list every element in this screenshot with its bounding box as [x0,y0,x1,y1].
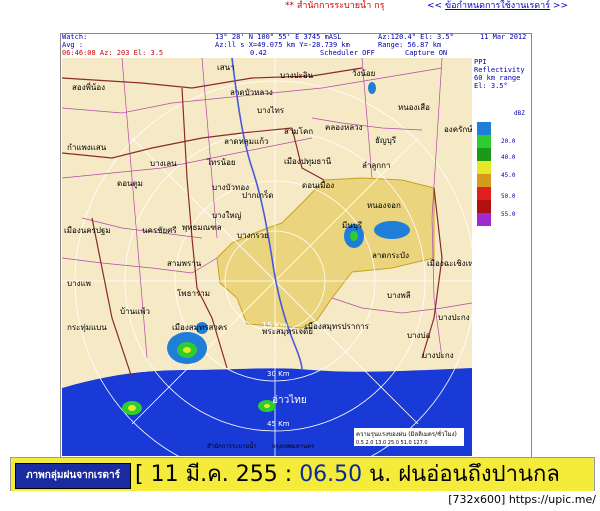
svg-text:ไทรน้อย: ไทรน้อย [206,158,236,167]
svg-text:สามโคก: สามโคก [284,126,313,136]
svg-text:กระทุ่มแบน: กระทุ่มแบน [67,323,107,332]
svg-text:บางไทร: บางไทร [257,106,285,115]
svg-text:บางปะอิน: บางปะอิน [280,71,314,80]
svg-text:บางใหญ่: บางใหญ่ [212,211,242,220]
value: 0.42 [250,49,267,57]
svg-text:วังน้อย: วังน้อย [352,69,375,78]
svg-text:เมืองสมุทรปราการ: เมืองสมุทรปราการ [305,322,370,331]
svg-text:บางแพ: บางแพ [67,279,91,288]
svg-text:ลาดกระบัง: ลาดกระบัง [372,251,409,260]
date: 11 Mar 2012 [480,33,527,41]
svg-text:เมืองนครปฐม: เมืองนครปฐม [64,226,111,235]
svg-text:โพธาราม: โพธาราม [177,288,210,298]
svg-text:กำแพงแสน: กำแพงแสน [67,143,107,152]
azimuth: Az:120.4° El: 3.5° [378,33,454,41]
watermark[interactable]: [732x600] https://upic.me/ [448,493,596,506]
svg-text:บางบ่อ: บางบ่อ [407,331,431,340]
range: Range: 56.87 km [378,41,442,49]
org-name: ** สำนักการระบายน้ำ กรุ [285,1,385,11]
svg-text:คลองหลวง: คลองหลวง [325,123,363,132]
time-line: 06:46:08 Az: 203 El: 3.5 [62,49,164,57]
coords: 13° 28' N 100° 55' E 3745 mASL [215,33,342,41]
svg-text:บางพลี: บางพลี [387,291,411,300]
legend-label: 55.0 [501,211,516,218]
legend-label: 45.0 [501,172,516,179]
map-svg: เสนา วังน้อย บางปะอิน ลาดบัวหลวง สองพี่น… [62,58,472,456]
svg-text:พุทธมณฑล: พุทธมณฑล [182,223,222,232]
svg-text:0.5 2.0 13.0 25.0 51.0 12: 0.5 2.0 13.0 25.0 51.0 127.0 [356,440,428,446]
svg-text:ดอนเมือง: ดอนเมือง [302,181,334,190]
legend-swatch [477,122,491,135]
legend-label: 50.0 [501,193,516,200]
svg-text:30 Km: 30 Km [267,370,290,378]
watch-label: Watch: [62,33,88,41]
unit-label: dBZ [514,110,525,117]
svg-text:กรุงเทพมหานคร: กรุงเทพมหานคร [272,443,315,450]
legend-swatch [477,174,491,187]
svg-text:เสนา: เสนา [217,63,235,72]
footer: [732x600] https://upic.me/ [0,491,600,511]
terms-link[interactable]: << ข้อกำหนดการใช้งานเรดาร์ >> [427,0,568,12]
capture: Capture ON [405,49,448,57]
beam-pos: Az:ll s X=49.075 km Y=-28.739 km [215,41,350,49]
legend-swatch [477,213,491,226]
scheduler: Scheduler OFF [320,49,375,57]
svg-text:ความรุนแรงของฝน (มิลลิเมตร/ชั่: ความรุนแรงของฝน (มิลลิเมตร/ชั่วโมง) [356,430,457,438]
svg-text:บางเลน: บางเลน [150,159,177,168]
news-ticker: ภาพกลุ่มฝนจากเรดาร์ [ 11 มี.ค. 255 : 06.… [10,457,595,493]
svg-text:บางปะกง: บางปะกง [438,313,470,322]
svg-text:สองพี่น้อง: สองพี่น้อง [72,81,105,92]
legend-swatch [477,161,491,174]
svg-text:เมืองปทุมธานี: เมืองปทุมธานี [284,157,332,166]
svg-text:ดอนตูม: ดอนตูม [117,179,143,189]
top-bar: ** สำนักการระบายน้ำ กรุ << ข้อกำหนดการใช… [0,0,600,14]
svg-text:ลาดบัวหลวง: ลาดบัวหลวง [230,88,273,97]
svg-text:บางกรวย: บางกรวย [237,231,269,240]
svg-text:หนองเสือ: หนองเสือ [398,103,430,112]
svg-text:อ่าวไทย: อ่าวไทย [272,394,307,406]
legend-swatch [477,135,491,148]
svg-text:ลำลูกกา: ลำลูกกา [362,161,390,171]
svg-text:ลาดหลุมแก้ว: ลาดหลุมแก้ว [224,137,269,146]
svg-text:15 Km: 15 Km [262,321,288,330]
svg-text:บางปะกง: บางปะกง [422,351,454,360]
svg-text:บ้านแพ้ว: บ้านแพ้ว [120,307,150,316]
radar-map[interactable]: เสนา วังน้อย บางปะอิน ลาดบัวหลวง สองพี่น… [62,58,472,456]
svg-text:นครชัยศรี: นครชัยศรี [142,226,177,235]
ticker-tag[interactable]: ภาพกลุ่มฝนจากเรดาร์ [15,463,131,489]
radar-header: Watch: Avg : 06:46:08 Az: 203 El: 3.5 13… [60,33,530,57]
legend-label: 40.0 [501,154,516,161]
svg-text:องครักษ์: องครักษ์ [444,124,472,134]
avg-label: Avg : [62,41,84,49]
svg-text:หนองจอก: หนองจอก [367,201,401,210]
ticker-message: [ 11 มี.ค. 255 : 06.50 น. ฝนอ่อนถึงปานกล [135,462,560,487]
legend-swatch [477,187,491,200]
svg-text:ปากเกร็ด: ปากเกร็ด [242,190,273,200]
legend-swatch [477,200,491,213]
svg-text:เมืองสมุทรสาคร: เมืองสมุทรสาคร [172,323,228,332]
svg-text:มีนบุรี: มีนบุรี [342,221,363,230]
legend-swatch [477,148,491,161]
svg-text:ธัญบุรี: ธัญบุรี [375,136,397,145]
svg-text:45 Km: 45 Km [267,420,290,428]
svg-text:เมืองฉะเชิงเทรา: เมืองฉะเชิงเทรา [427,259,472,268]
legend-label: 20.0 [501,138,516,145]
svg-text:สามพราน: สามพราน [167,259,202,268]
